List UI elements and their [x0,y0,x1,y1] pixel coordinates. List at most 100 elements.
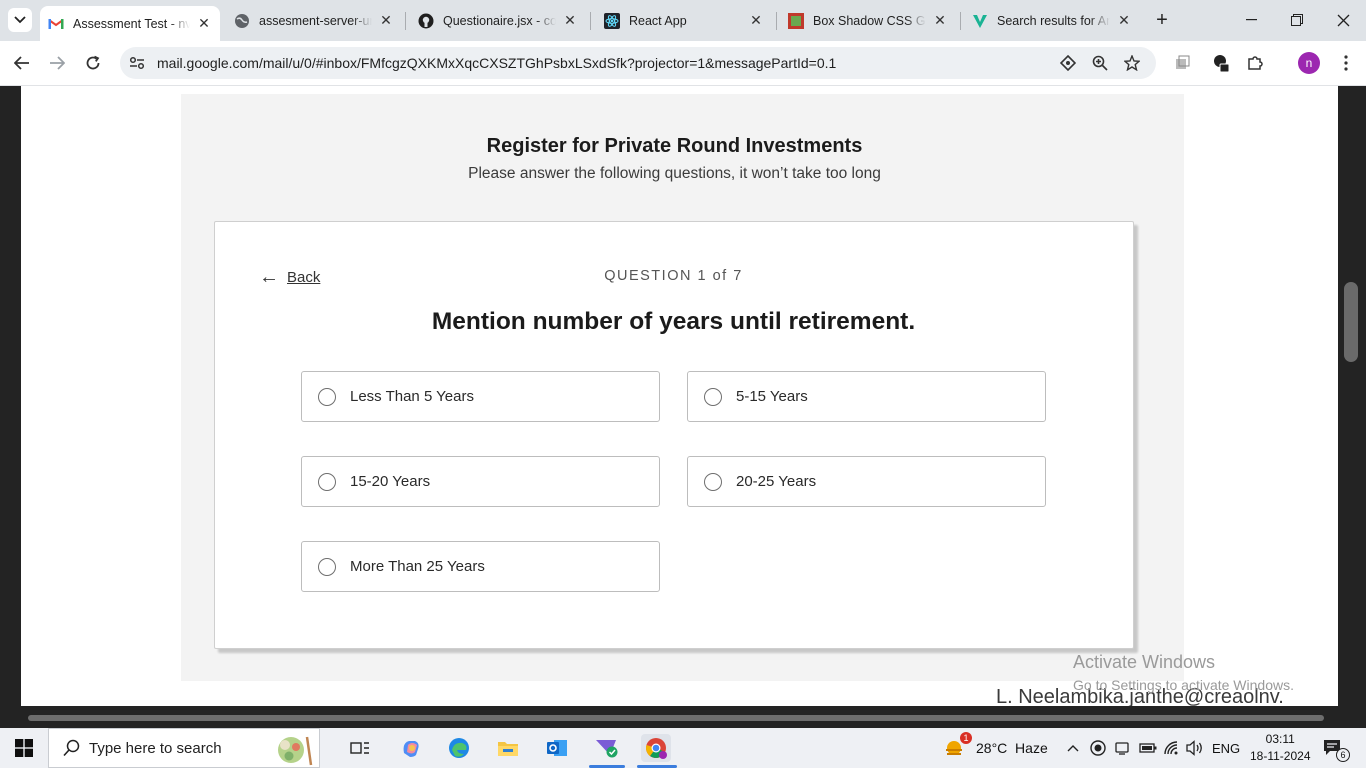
tab-title: Assessment Test - nv5 [73,16,190,31]
option-20-25[interactable]: 20-25 Years [687,456,1046,507]
start-button[interactable] [9,734,39,762]
site-settings-icon[interactable] [127,53,147,73]
snipping-icon [596,740,618,758]
radio-icon[interactable] [704,472,722,491]
back-nav-button[interactable] [8,49,36,77]
extensions-button[interactable] [1241,49,1269,77]
vertical-scrollbar[interactable] [1344,282,1358,362]
horizontal-scrollbar[interactable] [28,715,1324,721]
network-tray-icon[interactable] [1163,728,1181,768]
tab-search-results[interactable]: Search results for Am ✕ [964,6,1140,35]
box-shadow-icon [788,12,804,29]
option-5-15[interactable]: 5-15 Years [687,371,1046,422]
option-less-than-5[interactable]: Less Than 5 Years [301,371,660,422]
url-text[interactable]: mail.google.com/mail/u/0/#inbox/FMfcgzQX… [157,55,836,71]
chrome-button[interactable] [641,734,671,762]
outlook-button[interactable] [542,734,572,762]
radio-icon[interactable] [318,472,336,491]
copilot-button[interactable] [396,734,426,762]
reload-button[interactable] [79,49,107,77]
search-placeholder: Type here to search [89,739,222,757]
task-view-button[interactable] [345,734,375,762]
radio-icon[interactable] [318,557,336,576]
volume-tray-icon[interactable] [1186,728,1204,768]
tab-box-shadow[interactable]: Box Shadow CSS Gen ✕ [780,6,956,35]
close-icon [1337,14,1349,26]
activate-windows-watermark: Activate Windows Go to Settings to activ… [1073,652,1294,693]
tab-search-button[interactable] [8,8,32,32]
new-tab-button[interactable]: + [1150,8,1174,32]
browser-toolbar: mail.google.com/mail/u/0/#inbox/FMfcgzQX… [0,41,1366,86]
option-more-than-25[interactable]: More Than 25 Years [301,541,660,592]
close-tab-icon[interactable]: ✕ [932,12,948,29]
notification-count: 6 [1336,748,1350,762]
close-window-button[interactable] [1320,0,1366,40]
zoom-icon[interactable] [1090,53,1110,73]
speaker-icon [1186,740,1202,756]
extension-button[interactable] [1206,49,1234,77]
option-15-20[interactable]: 15-20 Years [301,456,660,507]
close-tab-icon[interactable]: ✕ [196,15,212,32]
tab-title: React App [629,13,687,28]
bookmark-star-icon[interactable] [1122,53,1142,73]
extension-badge-icon [1214,55,1230,73]
notification-icon: 6 [1322,738,1350,762]
tab-title: Search results for Am [997,13,1110,28]
tab-copy-icon [1176,55,1190,69]
weather-text: 28°C Haze [976,740,1048,756]
battery-icon [1139,743,1157,753]
close-tab-icon[interactable]: ✕ [1116,12,1132,29]
avatar-initial: n [1305,56,1313,70]
option-label: 5-15 Years [736,388,808,405]
form-panel: Register for Private Round Investments P… [181,94,1184,681]
viewer-backdrop-right [1338,86,1366,706]
tab-assessment-test[interactable]: Assessment Test - nv5 ✕ [40,6,220,41]
battery-tray-icon[interactable] [1139,728,1157,768]
file-explorer-button[interactable] [493,734,523,762]
option-label: More Than 25 Years [350,558,485,575]
notification-center[interactable]: 6 [1322,728,1350,768]
clock-date: 18-11-2024 [1250,749,1311,763]
puzzle-icon [1248,56,1263,70]
attachment-preview: Register for Private Round Investments P… [21,86,1338,706]
weather-widget[interactable]: 1 28°C Haze [944,728,1048,768]
page-title: Register for Private Round Investments [486,135,863,157]
option-label: Less Than 5 Years [350,388,474,405]
show-hidden-icons[interactable] [1067,728,1079,768]
search-icon [63,739,80,757]
weather-badge: 1 [960,732,972,744]
tab-questionaire[interactable]: Questionaire.jsx - cod ✕ [410,6,586,35]
profile-avatar[interactable]: n [1298,52,1320,74]
lens-icon[interactable] [1058,53,1078,73]
tab-react-app[interactable]: React App ✕ [596,6,772,35]
snipping-tool-button[interactable] [592,734,622,762]
camera-tray-icon[interactable] [1114,728,1130,768]
tab-assesment-server[interactable]: assesment-server-um ✕ [226,6,402,35]
taskbar: Type here to search 1 28°C Haze ENG 03:1… [0,728,1366,768]
cast-button[interactable] [1168,49,1196,77]
radio-icon[interactable] [704,387,722,406]
close-tab-icon[interactable]: ✕ [378,12,394,29]
task-view-icon [350,742,369,754]
question-text: Mention number of years until retirement… [431,308,916,335]
tab-title: assesment-server-um [259,13,372,28]
taskbar-search[interactable]: Type here to search [48,728,320,768]
language-indicator[interactable]: ENG [1212,728,1240,768]
restore-button[interactable] [1274,0,1320,40]
minimize-button[interactable] [1228,0,1274,40]
clock[interactable]: 03:11 18-11-2024 [1250,728,1311,768]
radio-icon[interactable] [318,387,336,406]
arrow-right-icon [50,56,65,70]
close-tab-icon[interactable]: ✕ [562,12,578,29]
close-tab-icon[interactable]: ✕ [748,12,764,29]
vuetify-icon [972,13,988,29]
reload-icon [86,55,100,70]
record-tray-icon[interactable] [1090,728,1106,768]
menu-button[interactable] [1332,49,1360,77]
globe-icon [234,13,250,29]
restore-icon [1291,14,1303,26]
forward-nav-button[interactable] [43,49,71,77]
edge-button[interactable] [444,734,474,762]
tab-strip: Assessment Test - nv5 ✕ assesment-server… [0,0,1366,41]
address-bar[interactable]: mail.google.com/mail/u/0/#inbox/FMfcgzQX… [120,47,1156,79]
